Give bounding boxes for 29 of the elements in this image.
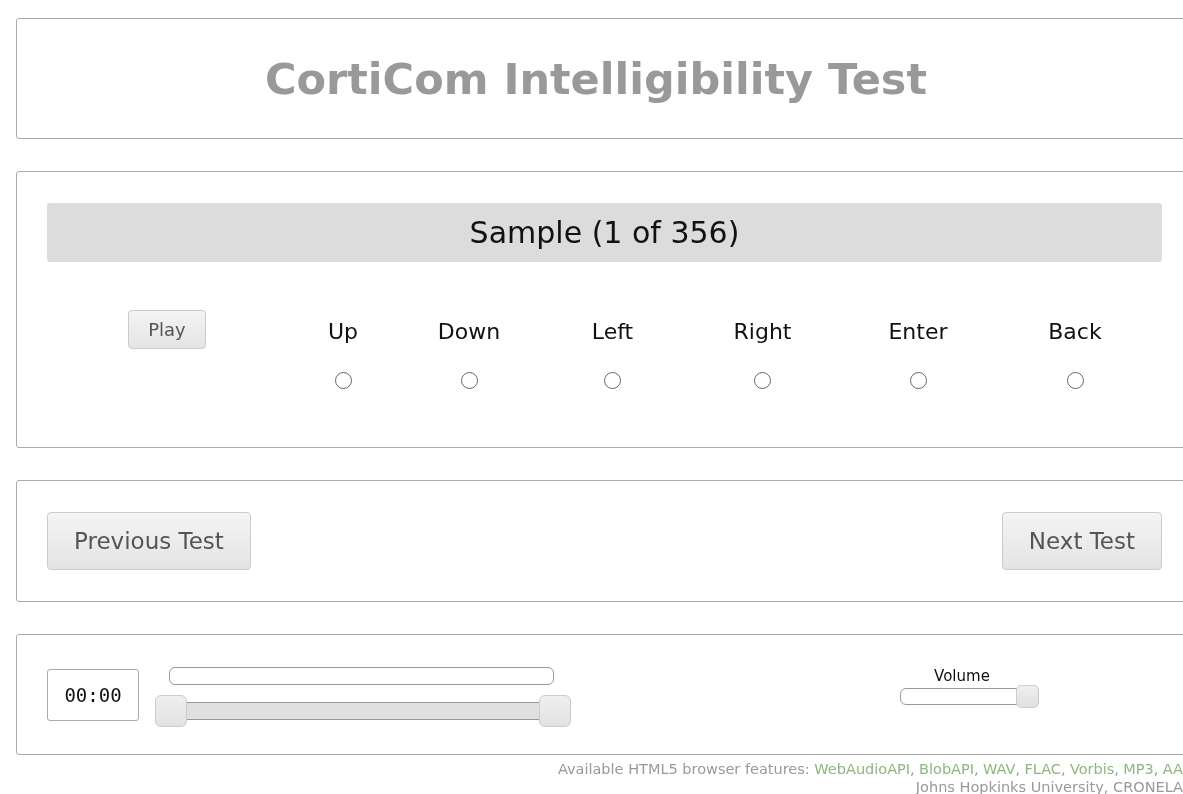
sample-heading: Sample (1 of 356): [47, 203, 1162, 262]
option-label: Back: [1048, 318, 1102, 346]
comma-text: ,: [1114, 761, 1119, 777]
range-slider[interactable]: [155, 694, 571, 727]
play-button[interactable]: Play: [128, 310, 206, 349]
time-display: 00:00: [47, 668, 139, 721]
features-label: Available HTML5 browser features:: [557, 761, 810, 777]
comma-text: ,: [1015, 761, 1021, 777]
volume-slider[interactable]: [900, 685, 1039, 708]
option-label: Left: [591, 318, 634, 346]
option-label: Right: [733, 318, 792, 346]
feature-name: WAV: [983, 761, 1016, 777]
page-title: CortiCom Intelligibility Test: [265, 53, 927, 104]
feature-name: BlobAPI: [919, 761, 975, 777]
volume-label: Volume: [934, 667, 990, 685]
feature-name: FLAC: [1024, 761, 1061, 777]
comma-text: ,: [910, 761, 915, 777]
feature-name: AA: [1162, 761, 1183, 777]
option-label: Enter: [888, 318, 948, 346]
comma-text: ,: [1061, 761, 1066, 777]
comma-text: ,: [974, 761, 979, 777]
option-label: Down: [437, 318, 501, 346]
next-test-button[interactable]: Next Test: [1001, 512, 1162, 570]
feature-name: Vorbis: [1069, 761, 1115, 777]
comma-text: ,: [1153, 761, 1159, 777]
previous-test-button[interactable]: Previous Test: [47, 512, 251, 570]
feature-name: WebAudioAPI: [814, 761, 911, 777]
option-label: Up: [327, 318, 359, 346]
feature-name: MP3: [1123, 761, 1154, 777]
